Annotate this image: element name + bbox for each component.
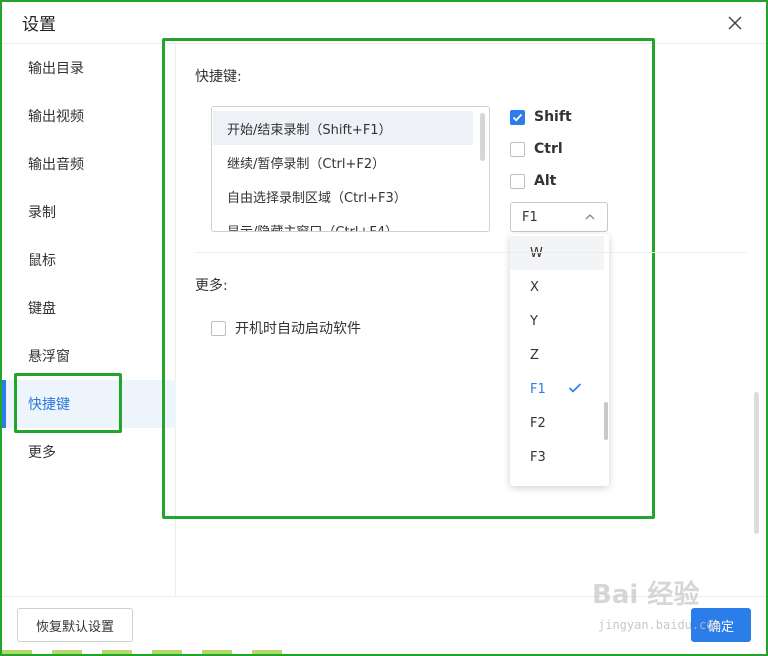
key-select[interactable]: F1	[510, 202, 608, 232]
sidebar-item-label: 鼠标	[28, 253, 56, 269]
key-select-value: F1	[522, 209, 538, 225]
modifier-ctrl-checkbox[interactable]: Ctrl	[510, 141, 563, 157]
more-section-label: 更多:	[195, 278, 228, 294]
title-bar: 设置	[2, 2, 766, 44]
sidebar-item-output-audio[interactable]: 输出音频	[2, 140, 176, 188]
dropdown-option-f1[interactable]: F1	[510, 372, 604, 406]
sidebar-item-keyboard[interactable]: 键盘	[2, 284, 176, 332]
close-icon	[728, 16, 742, 30]
sidebar-item-label: 输出目录	[28, 61, 84, 77]
sidebar-item-label: 输出视频	[28, 109, 84, 125]
dropdown-option-f2[interactable]: F2	[510, 406, 604, 440]
autostart-label: 开机时自动启动软件	[235, 321, 361, 337]
sidebar-item-more[interactable]: 更多	[2, 428, 176, 476]
checkbox-box[interactable]	[510, 173, 525, 189]
hotkey-list-item[interactable]: 开始/结束录制（Shift+F1）	[213, 111, 473, 145]
dropdown-option-label: X	[530, 279, 539, 295]
sidebar-item-label: 更多	[28, 445, 56, 461]
window-title: 设置	[22, 15, 56, 35]
restore-defaults-button[interactable]: 恢复默认设置	[17, 608, 133, 642]
section-divider	[195, 252, 747, 253]
hotkey-list-item-label: 开始/结束录制（Shift+F1）	[227, 122, 392, 138]
dropdown-option-label: F3	[530, 449, 546, 465]
sidebar-item-label: 录制	[28, 205, 56, 221]
sidebar: 输出目录 输出视频 输出音频 录制 鼠标 键盘 悬浮窗 快捷键 更多	[2, 44, 176, 596]
sidebar-item-label: 悬浮窗	[28, 349, 70, 365]
modifier-alt-checkbox[interactable]: Alt	[510, 173, 556, 189]
dropdown-option-y[interactable]: Y	[510, 304, 604, 338]
checkbox-box[interactable]	[510, 109, 525, 125]
modifier-label: Alt	[534, 173, 557, 189]
hotkeys-section-label: 快捷键:	[195, 69, 242, 85]
dropdown-option-w[interactable]: W	[510, 236, 604, 270]
content-scrollbar[interactable]	[754, 392, 759, 534]
hotkey-list-item[interactable]: 自由选择录制区域（Ctrl+F3）	[213, 179, 473, 213]
taskbar-strip	[2, 650, 766, 654]
checkmark-icon	[512, 113, 523, 121]
dropdown-option-label: Z	[530, 347, 539, 363]
ok-button[interactable]: 确定	[691, 608, 751, 642]
checkbox-box[interactable]	[211, 320, 226, 336]
hotkey-list-item-label: 显示/隐藏主窗口（Ctrl+F4）	[227, 224, 399, 232]
sidebar-item-label: 输出音频	[28, 157, 84, 173]
checkbox-box[interactable]	[510, 141, 525, 157]
modifier-label: Ctrl	[534, 141, 563, 157]
ok-label: 确定	[707, 619, 734, 635]
sidebar-item-output-directory[interactable]: 输出目录	[2, 44, 176, 92]
dropdown-option-label: Y	[530, 313, 538, 329]
sidebar-item-label: 快捷键	[28, 397, 70, 413]
sidebar-item-label: 键盘	[28, 301, 56, 317]
restore-defaults-label: 恢复默认设置	[35, 619, 114, 635]
hotkey-list-item[interactable]: 继续/暂停录制（Ctrl+F2）	[213, 145, 473, 179]
dropdown-scrollbar[interactable]	[604, 402, 608, 440]
dropdown-option-x[interactable]: X	[510, 270, 604, 304]
sidebar-item-output-video[interactable]: 输出视频	[2, 92, 176, 140]
modifier-shift-checkbox[interactable]: Shift	[510, 109, 572, 125]
sidebar-item-floating-window[interactable]: 悬浮窗	[2, 332, 176, 380]
close-button[interactable]	[724, 12, 746, 34]
key-select-dropdown[interactable]: W X Y Z F1 F2 F3	[510, 234, 609, 486]
sidebar-item-recording[interactable]: 录制	[2, 188, 176, 236]
dropdown-option-label: W	[530, 245, 543, 261]
dropdown-option-z[interactable]: Z	[510, 338, 604, 372]
autostart-checkbox[interactable]: 开机时自动启动软件	[211, 318, 361, 338]
hotkey-list-item[interactable]: 显示/隐藏主窗口（Ctrl+F4）	[213, 213, 473, 232]
dropdown-option-f3[interactable]: F3	[510, 440, 604, 474]
selected-check-icon	[568, 383, 582, 393]
sidebar-item-hotkeys[interactable]: 快捷键	[2, 380, 176, 428]
taskbar-marker	[2, 650, 32, 654]
dropdown-option-label: F1	[530, 381, 546, 397]
taskbar-marker	[52, 650, 82, 654]
taskbar-marker	[202, 650, 232, 654]
modifier-label: Shift	[534, 109, 572, 125]
taskbar-marker	[152, 650, 182, 654]
hotkey-list-item-label: 自由选择录制区域（Ctrl+F3）	[227, 190, 407, 206]
dropdown-option-label: F2	[530, 415, 546, 431]
sidebar-item-mouse[interactable]: 鼠标	[2, 236, 176, 284]
taskbar-marker	[102, 650, 132, 654]
hotkey-list-scrollbar[interactable]	[480, 113, 485, 161]
hotkey-list[interactable]: 开始/结束录制（Shift+F1） 继续/暂停录制（Ctrl+F2） 自由选择录…	[211, 106, 490, 232]
taskbar-marker	[252, 650, 282, 654]
hotkey-list-item-label: 继续/暂停录制（Ctrl+F2）	[227, 156, 386, 172]
chevron-up-icon	[585, 214, 595, 220]
